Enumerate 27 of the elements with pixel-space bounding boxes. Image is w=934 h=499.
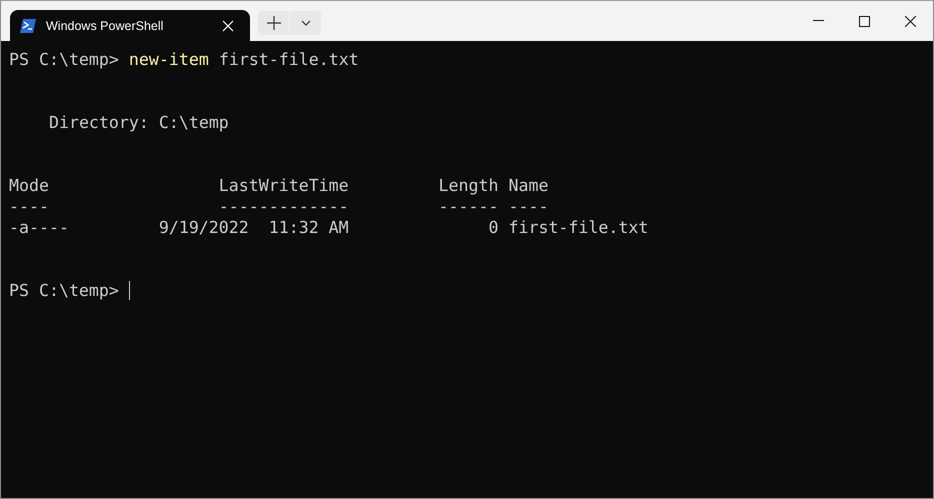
prompt: PS C:\temp> [9, 280, 119, 301]
column-header: Name [508, 175, 550, 196]
chevron-down-icon[interactable] [300, 20, 310, 26]
powershell-icon [20, 18, 36, 32]
table-cell: 9/19/2022 11:32 AM [158, 217, 349, 238]
terminal-tab[interactable]: Windows PowerShell [10, 10, 250, 41]
header-rule: ------------- [218, 196, 349, 217]
plus-icon[interactable] [266, 16, 280, 30]
command: new-item [128, 49, 209, 70]
text-cursor [128, 281, 130, 300]
header-rule: ---- [508, 196, 550, 217]
table-cell-text: first-file.txt [508, 217, 650, 238]
column-header: LastWriteTime [218, 175, 349, 196]
header-rule: ------ [438, 196, 498, 217]
table-cell-text: -a---- [9, 217, 70, 238]
maximize-icon[interactable] [858, 16, 870, 26]
table-cell-text: 0 [488, 217, 498, 238]
tab-title: Windows PowerShell [46, 18, 164, 32]
minimize-icon[interactable] [812, 20, 824, 22]
header-rule: ---- [9, 196, 50, 217]
command-argument: first-file.txt [218, 49, 359, 70]
close-icon[interactable] [904, 16, 916, 26]
new-tab-button[interactable] [258, 10, 289, 34]
prompt: PS C:\temp> [9, 49, 119, 70]
column-header: Mode [9, 175, 50, 196]
directory-text: Directory: C:\temp [48, 112, 229, 133]
column-header: Length [438, 175, 498, 196]
